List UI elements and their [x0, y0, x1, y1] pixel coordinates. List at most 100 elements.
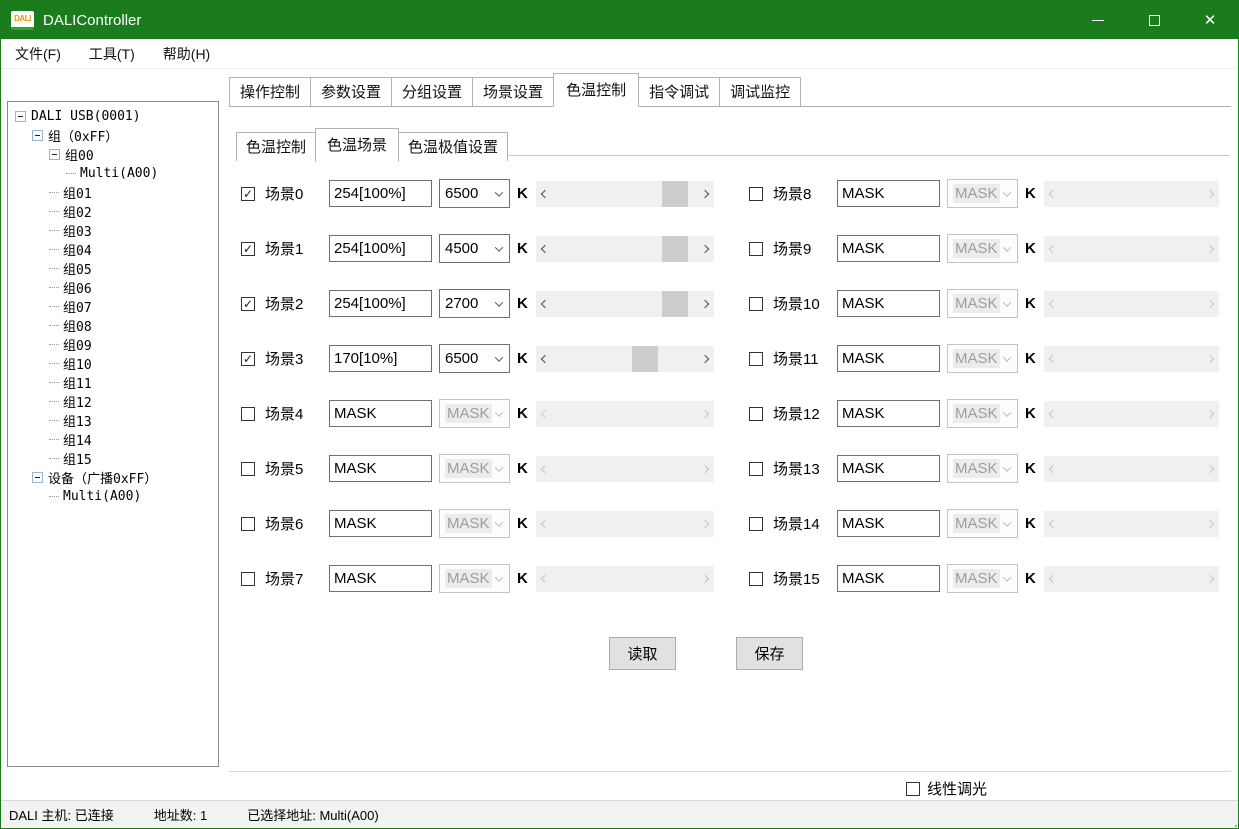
scene-8-checkbox[interactable]: [749, 187, 763, 201]
scene-3-level-input[interactable]: [329, 345, 432, 372]
scene-13-checkbox[interactable]: [749, 462, 763, 476]
tree-item-13[interactable]: 组10: [8, 354, 218, 373]
tree-item-5[interactable]: 组02: [8, 202, 218, 221]
subtab-1[interactable]: 色温场景: [315, 128, 399, 162]
tree-item-14[interactable]: 组11: [8, 373, 218, 392]
slider-thumb[interactable]: [662, 181, 688, 207]
slider-thumb[interactable]: [662, 236, 688, 262]
scene-1-checkbox[interactable]: ✓: [241, 242, 255, 256]
scene-10-cct-select[interactable]: MASK: [947, 289, 1018, 318]
scene-5-level-input[interactable]: [329, 455, 432, 482]
tab-1[interactable]: 参数设置: [310, 77, 392, 106]
slider-right-arrow-icon[interactable]: [696, 291, 714, 317]
scene-13-cct-select[interactable]: MASK: [947, 454, 1018, 483]
tree-item-3[interactable]: Multi(A00): [8, 164, 218, 183]
slider-right-arrow-icon[interactable]: [696, 346, 714, 372]
tab-6[interactable]: 调试监控: [719, 77, 801, 106]
slider-left-arrow-icon[interactable]: [536, 291, 554, 317]
scene-9-cct-select[interactable]: MASK: [947, 234, 1018, 263]
tree-item-9[interactable]: 组06: [8, 278, 218, 297]
scene-12-level-input[interactable]: [837, 400, 940, 427]
scene-5-cct-select[interactable]: MASK: [439, 454, 510, 483]
slider-left-arrow-icon[interactable]: [536, 181, 554, 207]
linear-dimming-checkbox[interactable]: [906, 782, 920, 796]
scene-0-cct-select[interactable]: 6500: [439, 179, 510, 208]
tab-5[interactable]: 指令调试: [638, 77, 720, 106]
read-button[interactable]: 读取: [609, 637, 676, 670]
tab-4[interactable]: 色温控制: [553, 73, 639, 107]
subtab-2[interactable]: 色温极值设置: [398, 132, 508, 161]
scene-7-cct-select[interactable]: MASK: [439, 564, 510, 593]
scene-14-cct-select[interactable]: MASK: [947, 509, 1018, 538]
scene-2-cct-select[interactable]: 2700: [439, 289, 510, 318]
scene-10-checkbox[interactable]: [749, 297, 763, 311]
scene-0-checkbox[interactable]: ✓: [241, 187, 255, 201]
tree-item-11[interactable]: 组08: [8, 316, 218, 335]
slider-left-arrow-icon[interactable]: [536, 236, 554, 262]
scene-13-level-input[interactable]: [837, 455, 940, 482]
scene-9-level-input[interactable]: [837, 235, 940, 262]
scene-10-level-input[interactable]: [837, 290, 940, 317]
slider-track[interactable]: [554, 236, 696, 262]
tree-item-20[interactable]: Multi(A00): [8, 487, 218, 506]
scene-3-slider[interactable]: [536, 346, 714, 372]
scene-6-cct-select[interactable]: MASK: [439, 509, 510, 538]
scene-8-cct-select[interactable]: MASK: [947, 179, 1018, 208]
slider-left-arrow-icon[interactable]: [536, 346, 554, 372]
resize-grip-icon[interactable]: [1231, 821, 1233, 823]
scene-12-checkbox[interactable]: [749, 407, 763, 421]
scene-11-cct-select[interactable]: MASK: [947, 344, 1018, 373]
scene-14-level-input[interactable]: [837, 510, 940, 537]
save-button[interactable]: 保存: [736, 637, 803, 670]
tree-item-17[interactable]: 组14: [8, 430, 218, 449]
scene-15-checkbox[interactable]: [749, 572, 763, 586]
scene-4-checkbox[interactable]: [241, 407, 255, 421]
tree-item-16[interactable]: 组13: [8, 411, 218, 430]
tree-expander-icon[interactable]: [32, 472, 43, 483]
scene-1-slider[interactable]: [536, 236, 714, 262]
tree-item-4[interactable]: 组01: [8, 183, 218, 202]
minimize-button[interactable]: [1070, 1, 1126, 39]
tree-item-8[interactable]: 组05: [8, 259, 218, 278]
scene-7-checkbox[interactable]: [241, 572, 255, 586]
slider-right-arrow-icon[interactable]: [696, 181, 714, 207]
tree-item-12[interactable]: 组09: [8, 335, 218, 354]
scene-11-level-input[interactable]: [837, 345, 940, 372]
maximize-button[interactable]: [1126, 1, 1182, 39]
scene-4-level-input[interactable]: [329, 400, 432, 427]
tree-item-15[interactable]: 组12: [8, 392, 218, 411]
scene-1-cct-select[interactable]: 4500: [439, 234, 510, 263]
scene-6-checkbox[interactable]: [241, 517, 255, 531]
scene-14-checkbox[interactable]: [749, 517, 763, 531]
slider-track[interactable]: [554, 291, 696, 317]
slider-track[interactable]: [554, 181, 696, 207]
tree-item-18[interactable]: 组15: [8, 449, 218, 468]
menu-item-0[interactable]: 文件(F): [1, 39, 75, 68]
tree-item-19[interactable]: 设备（广播0xFF）: [8, 468, 218, 487]
scene-12-cct-select[interactable]: MASK: [947, 399, 1018, 428]
scene-4-cct-select[interactable]: MASK: [439, 399, 510, 428]
scene-3-checkbox[interactable]: ✓: [241, 352, 255, 366]
subtab-0[interactable]: 色温控制: [236, 132, 316, 161]
tree-expander-icon[interactable]: [15, 111, 26, 122]
scene-1-level-input[interactable]: [329, 235, 432, 262]
menu-item-2[interactable]: 帮助(H): [149, 39, 224, 68]
tree-item-7[interactable]: 组04: [8, 240, 218, 259]
scene-2-checkbox[interactable]: ✓: [241, 297, 255, 311]
close-button[interactable]: ✕: [1182, 1, 1238, 39]
scene-2-level-input[interactable]: [329, 290, 432, 317]
tree-item-0[interactable]: DALI USB(0001): [8, 107, 218, 126]
scene-3-cct-select[interactable]: 6500: [439, 344, 510, 373]
scene-11-checkbox[interactable]: [749, 352, 763, 366]
tree-item-10[interactable]: 组07: [8, 297, 218, 316]
scene-15-level-input[interactable]: [837, 565, 940, 592]
slider-thumb[interactable]: [632, 346, 658, 372]
slider-right-arrow-icon[interactable]: [696, 236, 714, 262]
scene-0-level-input[interactable]: [329, 180, 432, 207]
slider-track[interactable]: [554, 346, 696, 372]
scene-2-slider[interactable]: [536, 291, 714, 317]
scene-0-slider[interactable]: [536, 181, 714, 207]
tab-3[interactable]: 场景设置: [472, 77, 554, 106]
menu-item-1[interactable]: 工具(T): [75, 39, 149, 68]
scene-5-checkbox[interactable]: [241, 462, 255, 476]
